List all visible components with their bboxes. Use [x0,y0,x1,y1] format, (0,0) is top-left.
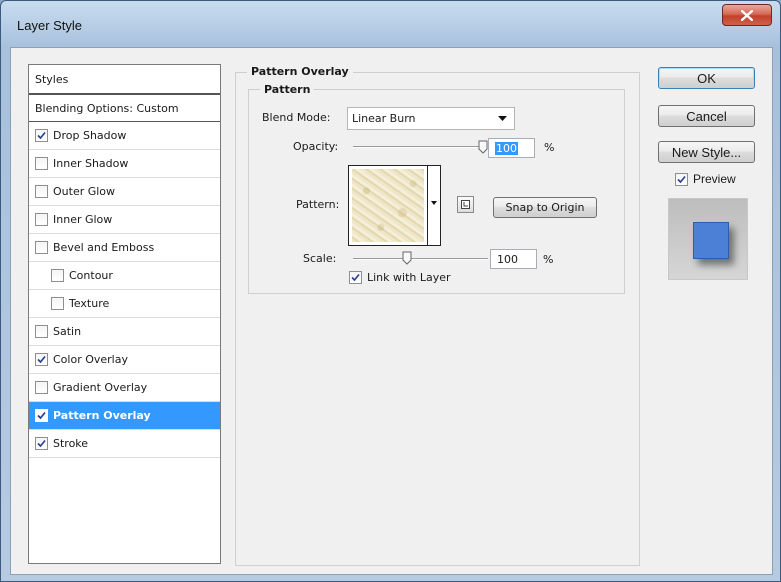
style-item-checkbox[interactable] [35,325,48,338]
pattern-swatch [352,169,424,242]
snap-to-origin-label: Snap to Origin [505,201,585,214]
styles-list: Styles Blending Options: Custom Drop Sha… [28,64,221,564]
opacity-label: Opacity: [293,140,339,153]
blend-mode-value: Linear Burn [352,112,416,125]
link-with-layer-checkbox[interactable]: Link with Layer [349,271,451,284]
blend-mode-label: Blend Mode: [262,111,331,124]
style-item-drop-shadow[interactable]: Drop Shadow [29,122,220,150]
style-item-label: Pattern Overlay [53,409,151,422]
style-item-checkbox[interactable] [35,185,48,198]
snap-to-origin-button[interactable]: Snap to Origin [493,197,597,218]
style-item-checkbox[interactable] [35,129,48,142]
opacity-input[interactable]: 100 [488,138,535,158]
scale-slider-thumb[interactable] [402,251,412,265]
style-item-checkbox[interactable] [35,213,48,226]
style-item-texture[interactable]: Texture [29,290,220,318]
scale-value: 100 [497,252,518,266]
style-item-checkbox[interactable] [35,437,48,450]
new-style-button[interactable]: New Style... [658,141,755,163]
style-effects-list: Drop Shadow Inner Shadow Outer Glow Inner G… [29,122,220,458]
style-item-gradient-overlay[interactable]: Gradient Overlay [29,374,220,402]
style-item-label: Texture [69,297,110,310]
pattern-label: Pattern: [296,198,340,211]
styles-header-label: Styles [35,72,69,86]
style-item-label: Inner Shadow [53,157,129,170]
link-with-layer-check-icon [349,271,362,284]
preview-check-icon [675,172,688,186]
pattern-picker-divider [427,166,428,245]
link-with-layer-label: Link with Layer [367,271,451,284]
new-preset-button[interactable] [457,196,474,213]
style-item-pattern-overlay[interactable]: Pattern Overlay [29,402,220,430]
window-title: Layer Style [17,18,83,33]
style-item-label: Gradient Overlay [53,381,148,394]
style-item-checkbox[interactable] [51,297,64,310]
opacity-slider-thumb[interactable] [478,140,488,154]
opacity-value: 100 [495,141,518,155]
styles-header[interactable]: Styles [29,65,220,94]
scale-label: Scale: [303,252,337,265]
blending-options-label: Blending Options: Custom [35,101,179,115]
preview-checkbox[interactable]: Preview [675,172,736,186]
pattern-dropdown-icon[interactable] [431,199,437,208]
style-item-checkbox[interactable] [51,269,64,282]
cancel-label: Cancel [686,108,727,124]
ok-label: OK [697,70,716,86]
pattern-overlay-title: Pattern Overlay [247,65,353,78]
new-style-label: New Style... [671,144,742,160]
pattern-subsection-title: Pattern [260,83,315,96]
ok-button[interactable]: OK [658,67,755,89]
dialog-client: Styles Blending Options: Custom Drop Sha… [10,47,773,575]
style-item-stroke[interactable]: Stroke [29,430,220,458]
preview-thumbnail [693,222,729,259]
style-item-inner-glow[interactable]: Inner Glow [29,206,220,234]
style-item-contour[interactable]: Contour [29,262,220,290]
new-preset-icon [461,200,470,209]
style-item-label: Stroke [53,437,89,450]
style-item-satin[interactable]: Satin [29,318,220,346]
style-item-color-overlay[interactable]: Color Overlay [29,346,220,374]
pattern-picker[interactable] [348,165,441,246]
title-bar[interactable]: Layer Style [1,1,780,47]
style-item-label: Color Overlay [53,353,128,366]
opacity-unit: % [544,141,555,154]
style-item-label: Drop Shadow [53,129,127,142]
style-item-label: Inner Glow [53,213,113,226]
style-item-checkbox[interactable] [35,241,48,254]
style-item-label: Bevel and Emboss [53,241,155,254]
preview-label: Preview [693,172,736,186]
scale-input[interactable]: 100 [490,249,537,269]
opacity-slider-track[interactable] [353,146,483,148]
style-item-checkbox[interactable] [35,353,48,366]
close-icon [741,9,753,21]
style-item-outer-glow[interactable]: Outer Glow [29,178,220,206]
style-item-label: Outer Glow [53,185,116,198]
blend-mode-select[interactable]: Linear Burn [347,107,515,130]
cancel-button[interactable]: Cancel [658,105,755,127]
scale-unit: % [543,253,554,266]
close-button[interactable] [722,4,772,26]
style-item-checkbox[interactable] [35,157,48,170]
style-item-inner-shadow[interactable]: Inner Shadow [29,150,220,178]
style-item-bevel-and-emboss[interactable]: Bevel and Emboss [29,234,220,262]
style-preview [668,198,748,280]
style-item-checkbox[interactable] [35,409,48,422]
chevron-down-icon [498,116,507,121]
style-item-label: Contour [69,269,113,282]
scale-slider-track[interactable] [353,258,488,260]
style-item-label: Satin [53,325,82,338]
layer-style-window: Layer Style Styles Blending Options: Cus… [0,0,781,582]
blending-options-item[interactable]: Blending Options: Custom [29,94,220,122]
style-item-checkbox[interactable] [35,381,48,394]
